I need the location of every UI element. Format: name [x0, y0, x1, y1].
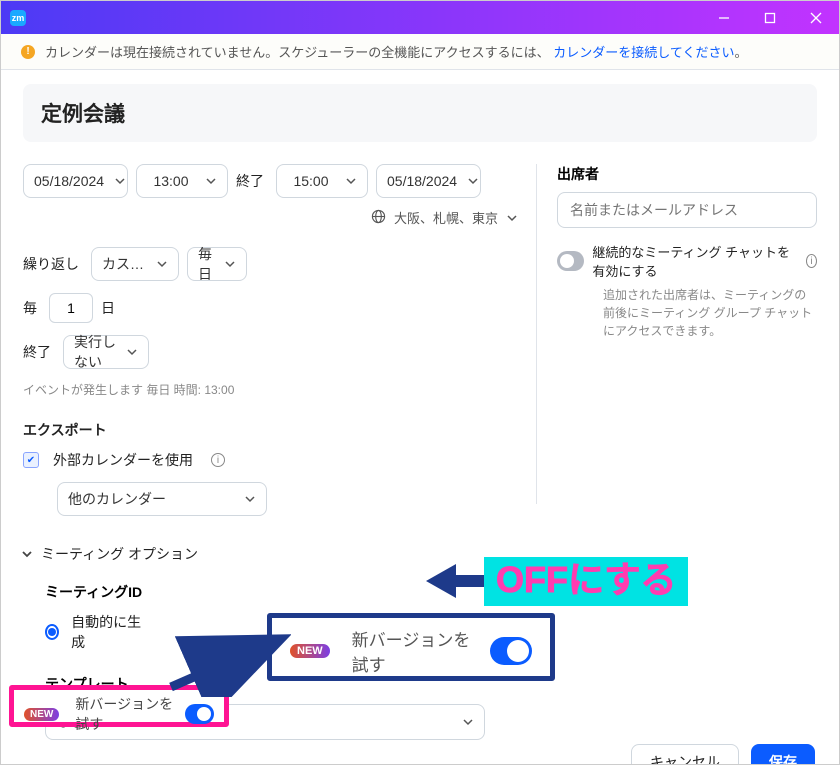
info-icon[interactable]: i [806, 254, 817, 268]
chevron-down-icon [205, 175, 217, 187]
notice-text: カレンダーは現在接続されていません。スケジューラーの全機能にアクセスするには、 [45, 45, 550, 60]
every-label: 毎 [23, 298, 37, 318]
chevron-down-icon [21, 548, 33, 560]
titlebar: zm [1, 1, 839, 34]
chevron-down-icon [506, 212, 518, 224]
app-logo: zm [5, 5, 31, 31]
window-minimize-button[interactable] [701, 1, 747, 34]
recurrence-end-label: 終了 [23, 342, 51, 362]
footer-buttons: キャンセル 保存 [631, 744, 815, 765]
globe-icon [371, 209, 386, 227]
chevron-down-icon [462, 716, 474, 728]
persistent-chat-row: 継続的なミーティング チャットを有効にする i [557, 242, 817, 280]
start-date-value: 05/18/2024 [34, 173, 104, 189]
warning-icon: ! [21, 45, 35, 59]
recurrence-row: 繰り返し カスタム... 毎日 [23, 247, 518, 281]
end-date-picker[interactable]: 05/18/2024 [376, 164, 481, 198]
recurrence-frequency-picker[interactable]: 毎日 [187, 247, 247, 281]
start-time-picker[interactable]: 13:00 [136, 164, 228, 198]
try-new-version-toggle[interactable] [490, 637, 532, 665]
recurrence-summary: イベントが発生します 毎日 時間: 13:00 [23, 381, 518, 398]
recurrence-interval-input[interactable] [49, 293, 93, 323]
meeting-id-pmi-radio[interactable] [268, 624, 282, 640]
use-external-calendar-checkbox[interactable] [23, 452, 39, 468]
use-external-calendar-label: 外部カレンダーを使用 [53, 450, 193, 470]
export-use-external-row: 外部カレンダーを使用 i [23, 450, 518, 470]
template-value: なし [56, 712, 452, 732]
chevron-down-icon [114, 175, 126, 187]
meeting-id-options: 自動的に生成 パーソナル ミーティング ID 367 527 0985 [45, 612, 518, 652]
chevron-down-icon [156, 258, 168, 270]
cancel-button[interactable]: キャンセル [631, 744, 739, 765]
template-header: テンプレート [45, 674, 518, 694]
unit-label: 日 [101, 298, 115, 318]
external-calendar-value: 他のカレンダー [68, 489, 234, 509]
meeting-options-toggle[interactable]: ミーティング オプション [21, 544, 518, 564]
chevron-down-icon [126, 346, 138, 358]
chevron-down-icon [244, 493, 256, 505]
connect-calendar-link[interactable]: カレンダーを接続してください [553, 45, 734, 60]
meeting-options-header: ミーティング オプション [41, 544, 198, 564]
meeting-id-auto-label: 自動的に生成 [71, 612, 142, 652]
attendees-input[interactable] [557, 192, 817, 228]
timezone-value: 大阪、札幌、東京 [394, 208, 498, 227]
meeting-id-header: ミーティングID [45, 582, 518, 602]
template-select[interactable]: なし [45, 704, 485, 740]
datetime-row: 05/18/2024 13:00 終了 15:00 05/18/2024 [23, 164, 518, 198]
info-icon[interactable]: i [211, 453, 225, 467]
notice-text-after: 。 [735, 45, 748, 60]
start-date-picker[interactable]: 05/18/2024 [23, 164, 128, 198]
meeting-id-auto-radio[interactable] [45, 624, 59, 640]
meeting-id-pmi-label: パーソナル ミーティング ID 367 527 0985 [294, 614, 518, 650]
zoom-scheduler-window: zm ! カレンダーは現在接続されていません。スケジューラーの全機能にアクセスす… [0, 0, 840, 765]
recurrence-interval-row: 毎 日 [23, 293, 518, 323]
window-close-button[interactable] [793, 1, 839, 34]
recurrence-frequency-value: 毎日 [198, 244, 214, 284]
recurrence-label: 繰り返し [23, 254, 79, 274]
timezone-picker[interactable]: 大阪、札幌、東京 [23, 208, 518, 227]
chevron-down-icon [467, 175, 479, 187]
persistent-chat-label: 継続的なミーティング チャットを有効にする [592, 242, 792, 280]
save-button[interactable]: 保存 [751, 744, 815, 765]
recurrence-type-value: カスタム... [102, 254, 146, 274]
start-time-value: 13:00 [147, 173, 195, 189]
recurrence-end-picker[interactable]: 実行しない [63, 335, 149, 369]
calendar-connect-notice: ! カレンダーは現在接続されていません。スケジューラーの全機能にアクセスするには… [1, 34, 839, 70]
recurrence-end-value: 実行しない [74, 332, 116, 372]
end-time-value: 15:00 [287, 173, 335, 189]
end-label: 終了 [236, 171, 264, 191]
attendees-header: 出席者 [557, 164, 817, 184]
end-time-picker[interactable]: 15:00 [276, 164, 368, 198]
external-calendar-select[interactable]: 他のカレンダー [57, 482, 267, 516]
meeting-title-field[interactable]: 定例会議 [23, 84, 817, 142]
persistent-chat-toggle[interactable] [557, 251, 584, 271]
end-date-value: 05/18/2024 [387, 173, 457, 189]
recurrence-end-row: 終了 実行しない [23, 335, 518, 369]
chevron-down-icon [345, 175, 357, 187]
window-maximize-button[interactable] [747, 1, 793, 34]
chevron-down-icon [224, 258, 236, 270]
try-new-version-toggle-small[interactable] [185, 704, 214, 724]
persistent-chat-hint: 追加された出席者は、ミーティングの前後にミーティング グループ チャットにアクセ… [603, 286, 817, 340]
export-header: エクスポート [23, 420, 518, 440]
recurrence-type-picker[interactable]: カスタム... [91, 247, 179, 281]
